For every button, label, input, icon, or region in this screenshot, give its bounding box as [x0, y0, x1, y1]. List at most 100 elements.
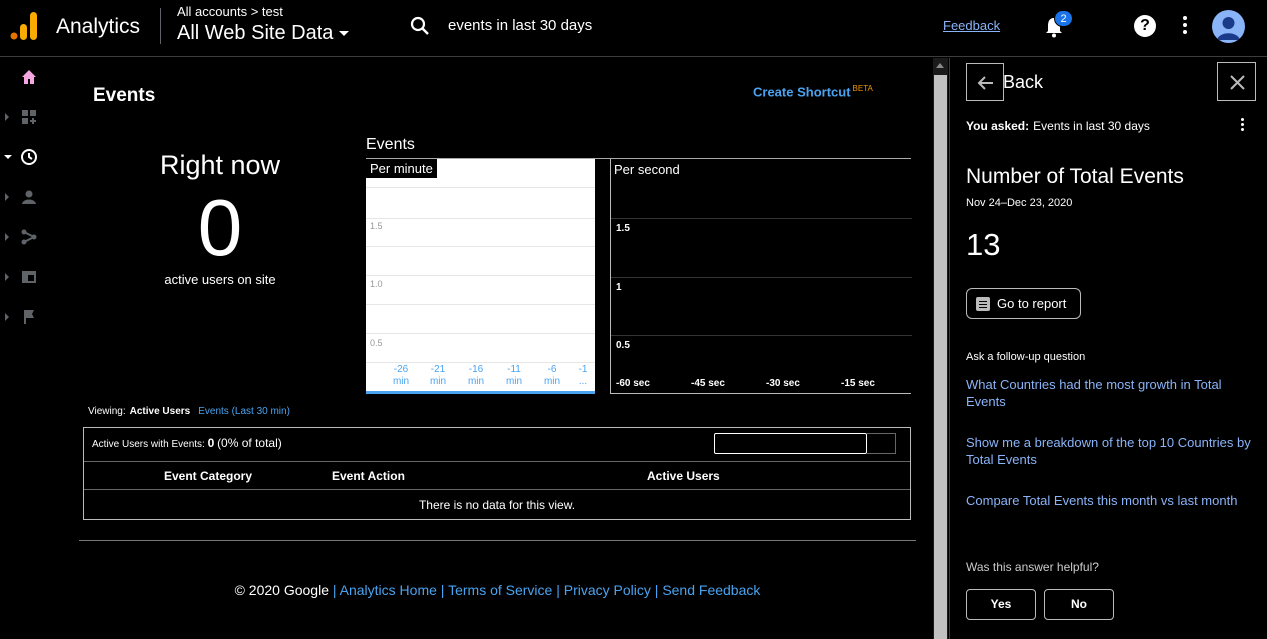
gridline: [366, 333, 595, 334]
expand-arrow-icon: [5, 233, 9, 241]
page-title: Events: [93, 85, 156, 106]
x-tick-label: -21 min: [422, 364, 454, 388]
conversions-flag-icon: [24, 310, 34, 324]
more-options-icon[interactable]: [1182, 16, 1188, 36]
x-tick-label: -26 min: [385, 364, 417, 388]
copyright: © 2020 Google: [234, 582, 329, 598]
scrollbar-thumb[interactable]: [934, 75, 947, 639]
per-second-tab[interactable]: Per second: [614, 162, 680, 177]
gridline: [611, 218, 912, 219]
insights-panel: Back You asked: Events in last 30 days Nu…: [949, 58, 1267, 639]
footer: © 2020 Google | Analytics Home | Terms o…: [234, 582, 761, 598]
account-avatar[interactable]: [1212, 10, 1245, 43]
app-name: Analytics: [56, 15, 141, 38]
events-table: Active Users with Events: 0 (0% of total…: [83, 427, 911, 520]
go-to-report-button[interactable]: Go to report: [966, 288, 1081, 319]
asked-text: Events in last 30 days: [1033, 119, 1150, 133]
y-tick-label: 1.0: [370, 279, 383, 289]
close-panel-button[interactable]: [1217, 62, 1256, 101]
asked-label: You asked:: [966, 119, 1030, 133]
footer-divider: [79, 540, 916, 541]
help-icon[interactable]: ?: [1134, 15, 1156, 37]
go-to-report-label: Go to report: [997, 296, 1067, 311]
property-selector[interactable]: All Web Site Data: [177, 22, 350, 45]
main-scrollbar[interactable]: [933, 58, 948, 639]
x-tick-label: -6 min: [536, 364, 568, 388]
helpful-question: Was this answer helpful?: [966, 560, 1099, 574]
column-header-event-category[interactable]: Event Category: [164, 469, 252, 483]
footer-link-terms[interactable]: Terms of Service: [448, 582, 552, 598]
no-button[interactable]: No: [1044, 589, 1114, 620]
y-tick-label: 1.5: [370, 221, 383, 231]
rail-conversions[interactable]: [0, 304, 45, 332]
notification-badge: 2: [1054, 10, 1073, 27]
back-label[interactable]: Back: [1003, 72, 1043, 93]
asked-question: You asked: Events in last 30 days: [966, 119, 1150, 133]
customization-icon: [22, 110, 36, 124]
rail-behavior[interactable]: [0, 264, 45, 292]
footer-link-send-feedback[interactable]: Send Feedback: [662, 582, 760, 598]
x-tick-label: -16 min: [460, 364, 492, 388]
yes-button[interactable]: Yes: [966, 589, 1036, 620]
table-filter-input[interactable]: [714, 433, 867, 454]
per-second-chart: Per second 1.5 1 0.5 -60 sec -45 sec -30…: [610, 159, 912, 394]
column-header-active-users[interactable]: Active Users: [647, 469, 720, 483]
y-tick-label: 1: [616, 282, 622, 293]
rail-realtime[interactable]: [0, 144, 45, 172]
answer-date-range: Nov 24–Dec 23, 2020: [966, 197, 1073, 209]
viewing-active-users[interactable]: Active Users: [130, 406, 191, 417]
followup-question-2[interactable]: Show me a breakdown of the top 10 Countr…: [966, 434, 1256, 468]
active-users-count: 0: [197, 183, 243, 272]
search-input[interactable]: events in last 30 days: [448, 17, 592, 34]
header-divider: [160, 8, 161, 44]
realtime-clock-icon: [21, 149, 37, 165]
x-tick-value: -1: [578, 364, 588, 375]
viewing-events-link[interactable]: Events (Last 30 min): [198, 406, 290, 417]
footer-link-privacy[interactable]: Privacy Policy: [564, 582, 651, 598]
acquisition-icon: [21, 229, 37, 245]
gridline: [366, 218, 595, 219]
analytics-logo-icon[interactable]: [10, 12, 38, 40]
x-tick-label: -15 sec: [841, 378, 875, 389]
rail-acquisition[interactable]: [0, 224, 45, 252]
answer-value: 13: [966, 227, 1001, 262]
account-breadcrumb[interactable]: All accounts > test: [177, 4, 283, 19]
x-tick-unit: min: [429, 376, 447, 387]
feedback-link[interactable]: Feedback: [943, 18, 1000, 33]
followup-label: Ask a follow-up question: [966, 351, 1086, 363]
beta-badge: BETA: [852, 84, 873, 93]
summary-prefix: Active Users with Events:: [92, 439, 205, 450]
panel-more-options-icon[interactable]: [1239, 118, 1245, 136]
create-shortcut-button[interactable]: Create Shortcut BETA: [753, 84, 873, 99]
followup-question-3[interactable]: Compare Total Events this month vs last …: [966, 492, 1256, 509]
top-header: Analytics All accounts > test All Web Si…: [0, 0, 1267, 57]
close-icon: [1230, 75, 1245, 90]
viewing-label: Viewing:: [88, 406, 126, 417]
table-summary: Active Users with Events: 0 (0% of total…: [92, 436, 282, 450]
chart-separator: [595, 159, 610, 394]
gridline: [366, 362, 595, 363]
gridline: [366, 304, 595, 305]
table-divider: [84, 489, 910, 490]
answer-title: Number of Total Events: [966, 165, 1184, 188]
rail-customization[interactable]: [0, 104, 45, 132]
back-button[interactable]: [966, 63, 1004, 101]
rail-home[interactable]: [0, 64, 45, 92]
x-tick-value: -26: [393, 364, 409, 375]
table-filter-button[interactable]: [867, 433, 896, 454]
gridline: [366, 275, 595, 276]
footer-link-analytics-home[interactable]: Analytics Home: [340, 582, 437, 598]
x-tick-label: -11 min: [498, 364, 530, 388]
column-header-event-action[interactable]: Event Action: [332, 469, 405, 483]
scroll-up-arrow-icon[interactable]: [936, 63, 944, 68]
y-tick-label: 0.5: [370, 338, 383, 348]
per-minute-tab[interactable]: Per minute: [366, 159, 437, 178]
x-tick-label: -1...: [571, 364, 595, 388]
y-tick-label: 1.5: [616, 223, 630, 234]
search-icon[interactable]: [408, 14, 432, 38]
behavior-icon: [22, 271, 36, 283]
rail-audience[interactable]: [0, 184, 45, 212]
followup-question-1[interactable]: What Countries had the most growth in To…: [966, 376, 1256, 410]
gridline: [366, 246, 595, 247]
create-shortcut-label: Create Shortcut: [753, 84, 851, 100]
